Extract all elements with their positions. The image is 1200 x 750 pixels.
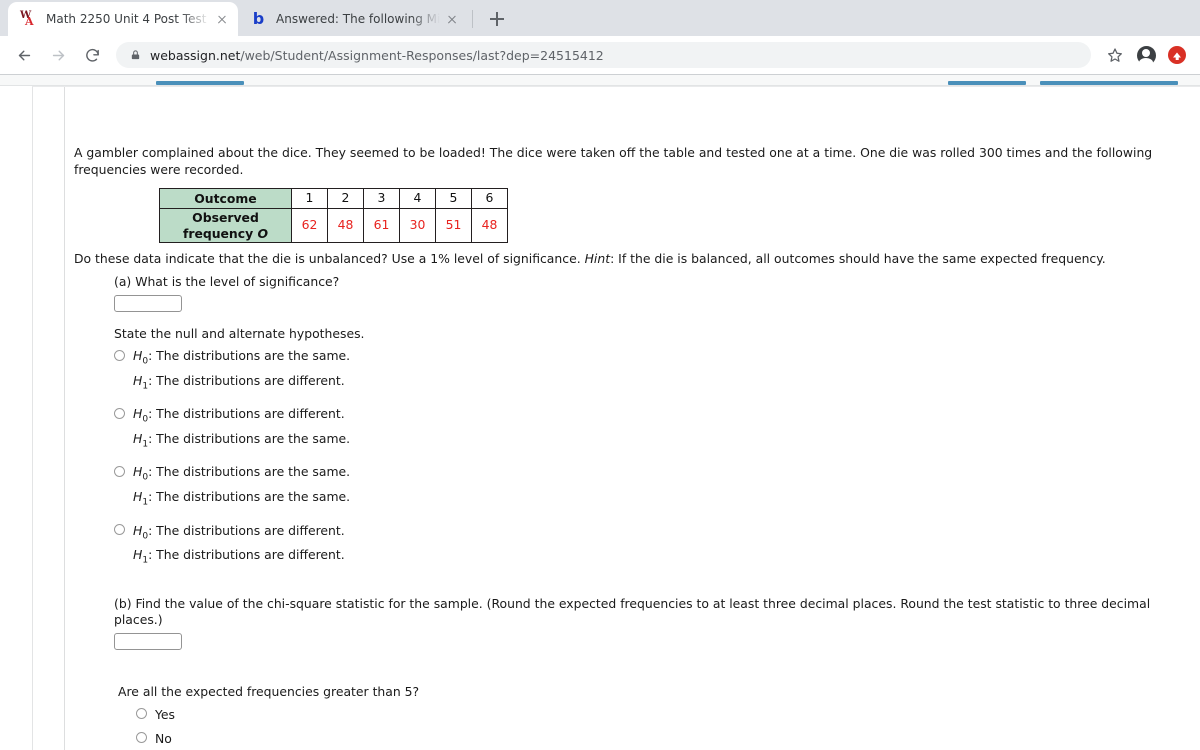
radio-hypothesis-2[interactable] xyxy=(114,407,125,419)
url-host: webassign.net xyxy=(150,47,241,63)
new-tab-button[interactable] xyxy=(483,5,511,33)
expected-frequencies-option-no-label: No xyxy=(155,730,172,746)
hypothesis-option-4-h0-text: : The distributions are different. xyxy=(148,522,345,538)
address-bar[interactable]: webassign.net/web/Student/Assignment-Res… xyxy=(116,42,1091,68)
forward-arrow-icon[interactable] xyxy=(44,41,72,69)
radio-expected-no[interactable] xyxy=(136,732,147,744)
profile-avatar-icon[interactable] xyxy=(1133,42,1159,68)
hypothesis-option-2-h1-text: : The distributions are the same. xyxy=(148,430,351,446)
table-cell-outcome-3: 3 xyxy=(363,188,400,210)
header-tab-indicator-1[interactable] xyxy=(156,81,244,85)
close-icon[interactable] xyxy=(214,11,230,27)
hypothesis-option-4[interactable]: H0: The distributions are different. H1:… xyxy=(114,522,1184,568)
problem-question-text: Do these data indicate that the die is u… xyxy=(74,251,1184,268)
hypotheses-section: State the null and alternate hypotheses.… xyxy=(114,326,1184,568)
hypothesis-option-1-h0-text: : The distributions are the same. xyxy=(148,348,351,364)
table-cell-observed-6: 48 xyxy=(471,208,508,244)
table-header-observed-line2: frequency xyxy=(182,225,258,241)
part-a-section: (a) What is the level of significance? xyxy=(114,274,1184,312)
table-cell-outcome-2: 2 xyxy=(327,188,364,210)
hypothesis-option-3-h1-text: : The distributions are the same. xyxy=(148,488,351,504)
chi-square-statistic-input[interactable] xyxy=(114,633,182,650)
table-cell-observed-1: 62 xyxy=(291,208,328,244)
browser-tab-2-title: Answered: The following Minita xyxy=(276,12,440,26)
tab-divider xyxy=(472,10,473,28)
table-header-outcome: Outcome xyxy=(159,188,292,210)
expected-frequencies-prompt: Are all the expected frequencies greater… xyxy=(118,684,420,699)
hypothesis-option-2-h1: H1: The distributions are the same. xyxy=(133,430,351,450)
hypothesis-option-2[interactable]: H0: The distributions are different. H1:… xyxy=(114,405,1184,451)
radio-hypothesis-1[interactable] xyxy=(114,349,125,361)
browser-tab-2[interactable]: b Answered: The following Minita xyxy=(238,2,468,36)
hypothesis-option-3-h1: H1: The distributions are the same. xyxy=(133,488,351,508)
radio-hypothesis-4[interactable] xyxy=(114,524,125,535)
table-row-observed: Observed frequency O 62 48 61 30 51 48 xyxy=(159,208,508,244)
problem-question-pre: Do these data indicate that the die is u… xyxy=(74,251,585,267)
header-tab-indicator-2[interactable] xyxy=(948,81,1026,85)
question-body: A gambler complained about the dice. The… xyxy=(74,145,1184,750)
table-cell-observed-2: 48 xyxy=(327,208,364,244)
level-of-significance-input[interactable] xyxy=(114,294,182,312)
content-divider xyxy=(64,87,65,750)
hypothesis-option-1-h1-text: : The distributions are different. xyxy=(148,372,345,388)
close-icon[interactable] xyxy=(444,11,460,27)
expected-frequencies-section: Are all the expected frequencies greater… xyxy=(118,684,1184,748)
hypothesis-option-1-h1: H1: The distributions are different. xyxy=(133,372,345,392)
update-available-icon[interactable] xyxy=(1164,42,1190,68)
table-header-observed-frequency: Observed frequency O xyxy=(159,208,292,244)
table-cell-observed-4: 30 xyxy=(399,208,436,244)
header-tab-indicator-3[interactable] xyxy=(1040,81,1178,85)
hypothesis-option-3[interactable]: H0: The distributions are the same. H1: … xyxy=(114,463,1184,509)
hypothesis-option-2-h0-text: : The distributions are different. xyxy=(148,406,345,422)
hypothesis-option-2-h0: H0: The distributions are different. xyxy=(133,406,345,425)
expected-frequencies-option-yes-label: Yes xyxy=(155,706,176,722)
table-header-observed-line1: Observed xyxy=(192,210,259,226)
table-row-outcome: Outcome 1 2 3 4 5 6 xyxy=(159,188,508,210)
table-cell-outcome-5: 5 xyxy=(435,188,472,210)
observed-frequency-table-wrap: Outcome 1 2 3 4 5 6 Observed frequency O… xyxy=(159,188,1184,244)
url-path: /web/Student/Assignment-Responses/last?d… xyxy=(240,47,604,63)
table-cell-outcome-1: 1 xyxy=(291,188,328,210)
page-viewport: A gambler complained about the dice. The… xyxy=(0,75,1200,750)
hypothesis-option-1-h0: H0: The distributions are the same. xyxy=(133,348,351,367)
table-cell-observed-5: 51 xyxy=(435,208,472,244)
expected-frequencies-option-yes[interactable]: Yes xyxy=(118,706,1184,724)
hypothesis-option-1[interactable]: H0: The distributions are the same. H1: … xyxy=(114,347,1184,393)
hypothesis-option-4-h1: H1: The distributions are different. xyxy=(133,547,345,566)
radio-expected-yes[interactable] xyxy=(136,708,147,720)
observed-frequency-table: Outcome 1 2 3 4 5 6 Observed frequency O… xyxy=(159,188,508,244)
problem-intro-text: A gambler complained about the dice. The… xyxy=(74,145,1153,177)
hypothesis-option-3-h0-text: : The distributions are the same. xyxy=(148,464,351,480)
table-cell-observed-3: 61 xyxy=(363,208,400,244)
part-a-label: (a) What is the level of significance? xyxy=(114,273,340,289)
problem-hint-word: Hint xyxy=(584,251,611,267)
webassign-logo-icon: WA xyxy=(20,10,34,28)
expected-frequencies-option-no[interactable]: No xyxy=(118,730,1184,748)
reload-icon[interactable] xyxy=(78,41,106,69)
back-arrow-icon[interactable] xyxy=(10,41,38,69)
bartleby-b-icon: b xyxy=(252,9,265,28)
radio-hypothesis-3[interactable] xyxy=(114,465,125,477)
webassign-header-strip xyxy=(0,75,1200,86)
hypothesis-option-3-h0: H0: The distributions are the same. xyxy=(133,464,351,483)
hypothesis-option-4-h1-text: : The distributions are different. xyxy=(148,547,345,563)
hypothesis-option-4-h0: H0: The distributions are different. xyxy=(133,522,345,541)
browser-chrome: WA Math 2250 Unit 4 Post Test Re b Answe… xyxy=(0,0,1200,75)
hypotheses-prompt: State the null and alternate hypotheses. xyxy=(114,325,365,341)
browser-tab-1-title: Math 2250 Unit 4 Post Test Re xyxy=(46,12,210,26)
problem-question-post: : If the die is balanced, all outcomes s… xyxy=(610,251,1106,267)
tab-strip: WA Math 2250 Unit 4 Post Test Re b Answe… xyxy=(0,0,1200,36)
table-cell-outcome-4: 4 xyxy=(399,188,436,210)
table-cell-outcome-6: 6 xyxy=(471,188,508,210)
table-header-observed-symbol: O xyxy=(257,225,269,241)
part-b-section: (b) Find the value of the chi-square sta… xyxy=(114,596,1184,650)
browser-toolbar: webassign.net/web/Student/Assignment-Res… xyxy=(0,36,1200,75)
star-icon[interactable] xyxy=(1102,42,1128,68)
part-b-label: (b) Find the value of the chi-square sta… xyxy=(114,595,1151,628)
browser-tab-1[interactable]: WA Math 2250 Unit 4 Post Test Re xyxy=(8,2,238,36)
address-bar-url: webassign.net/web/Student/Assignment-Res… xyxy=(150,48,604,63)
lock-icon xyxy=(130,49,141,61)
